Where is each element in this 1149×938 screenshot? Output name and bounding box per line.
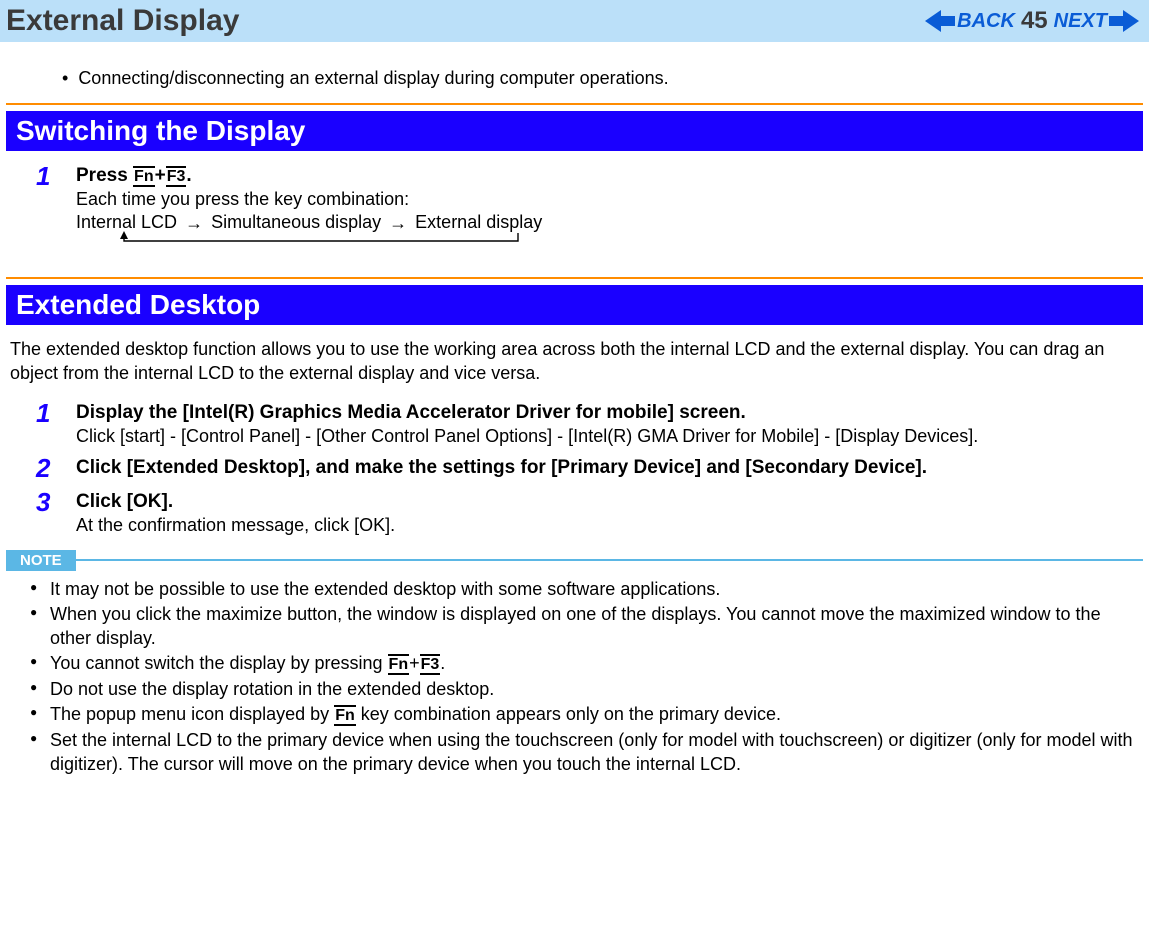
note-line xyxy=(76,559,1143,561)
header-bar: External Display BACK 45 NEXT xyxy=(0,0,1149,42)
text: You cannot switch the display by pressin… xyxy=(50,653,388,673)
step-title: Click [Extended Desktop], and make the s… xyxy=(76,457,1143,479)
plus: + xyxy=(409,653,420,673)
nav-group: BACK 45 NEXT xyxy=(925,7,1139,35)
note-header: NOTE xyxy=(6,550,1143,571)
list-item: It may not be possible to use the extend… xyxy=(30,577,1139,601)
step-number: 1 xyxy=(36,400,76,426)
step-body: Display the [Intel(R) Graphics Media Acc… xyxy=(76,400,1143,447)
keycap-f3: F3 xyxy=(420,654,441,675)
list-item: The popup menu icon displayed by Fn key … xyxy=(30,702,1139,727)
section-intro: The extended desktop function allows you… xyxy=(10,337,1139,386)
step-number: 2 xyxy=(36,455,76,481)
note-badge: NOTE xyxy=(6,550,76,571)
step-body: Click [OK]. At the confirmation message,… xyxy=(76,489,1143,536)
step-title: Click [OK]. xyxy=(76,491,1143,513)
back-label: BACK xyxy=(957,10,1015,33)
page-title: External Display xyxy=(6,4,239,38)
step-row: 1 Display the [Intel(R) Graphics Media A… xyxy=(36,400,1143,447)
text: Press xyxy=(76,165,133,186)
list-item: Do not use the display rotation in the e… xyxy=(30,677,1139,701)
divider xyxy=(6,277,1143,279)
cycle-item: Simultaneous display xyxy=(211,212,381,233)
plus: + xyxy=(155,165,166,186)
content: • Connecting/disconnecting an external d… xyxy=(0,42,1149,791)
cycle-item: Internal LCD xyxy=(76,212,177,233)
step-body: Click [Extended Desktop], and make the s… xyxy=(76,455,1143,479)
intro-bullet: • Connecting/disconnecting an external d… xyxy=(6,42,1143,103)
keycap-fn: Fn xyxy=(133,166,155,187)
back-button[interactable]: BACK xyxy=(925,10,1015,33)
next-button[interactable]: NEXT xyxy=(1054,10,1139,33)
step-body: Press Fn+F3. Each time you press the key… xyxy=(76,163,1143,251)
step-number: 3 xyxy=(36,489,76,515)
keycap-fn: Fn xyxy=(334,705,356,726)
arrow-right-icon: → xyxy=(185,214,203,232)
step-row: 1 Press Fn+F3. Each time you press the k… xyxy=(36,163,1143,251)
arrow-left-icon xyxy=(925,10,955,32)
page-number: 45 xyxy=(1021,7,1048,35)
next-label: NEXT xyxy=(1054,10,1107,33)
step-title: Press Fn+F3. xyxy=(76,165,1143,187)
keycap-f3: F3 xyxy=(166,166,187,187)
step-sub: Each time you press the key combination: xyxy=(76,189,1143,210)
cycle-row: Internal LCD → Simultaneous display → Ex… xyxy=(76,212,1143,251)
step-row: 2 Click [Extended Desktop], and make the… xyxy=(36,455,1143,481)
section-heading-extended: Extended Desktop xyxy=(6,285,1143,325)
text: The popup menu icon displayed by xyxy=(50,704,334,724)
intro-text: Connecting/disconnecting an external dis… xyxy=(78,68,668,88)
cycle-item: External display xyxy=(415,212,542,233)
divider xyxy=(6,103,1143,105)
step-title: Display the [Intel(R) Graphics Media Acc… xyxy=(76,402,1143,424)
arrow-right-icon: → xyxy=(389,214,407,232)
arrow-right-icon xyxy=(1109,10,1139,32)
list-item: When you click the maximize button, the … xyxy=(30,602,1139,651)
step-sub: Click [start] - [Control Panel] - [Other… xyxy=(76,426,1143,447)
list-item: You cannot switch the display by pressin… xyxy=(30,651,1139,676)
list-item: Set the internal LCD to the primary devi… xyxy=(30,728,1139,777)
keycap-fn: Fn xyxy=(388,654,410,675)
text: . xyxy=(186,165,191,186)
step-sub: At the confirmation message, click [OK]. xyxy=(76,515,1143,536)
cycle-return-arrow xyxy=(76,233,1143,251)
text: key combination appears only on the prim… xyxy=(356,704,781,724)
step-number: 1 xyxy=(36,163,76,189)
section-heading-switching: Switching the Display xyxy=(6,111,1143,151)
text: . xyxy=(440,653,445,673)
step-row: 3 Click [OK]. At the confirmation messag… xyxy=(36,489,1143,536)
note-list: It may not be possible to use the extend… xyxy=(6,577,1143,777)
